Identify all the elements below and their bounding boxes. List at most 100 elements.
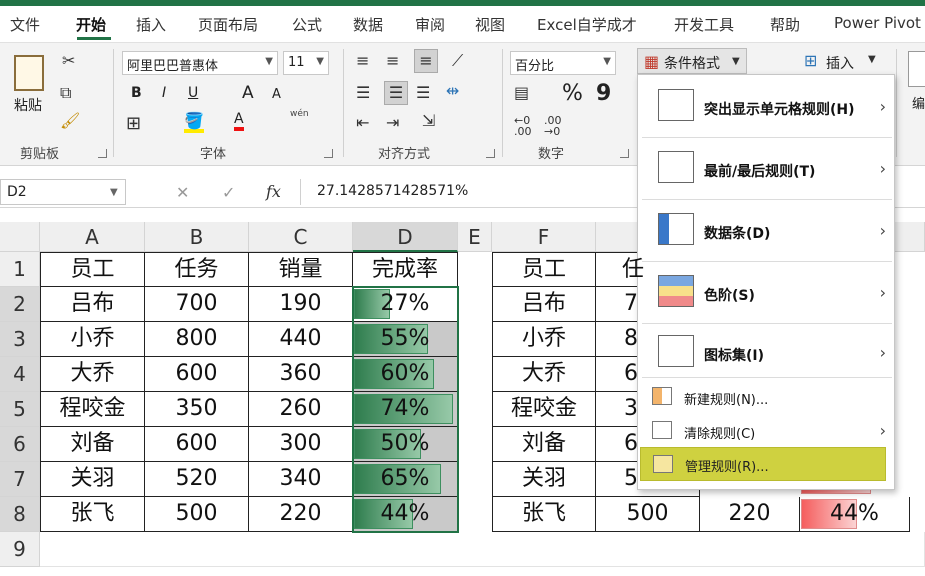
column-header[interactable]: B [145, 222, 249, 252]
decrease-decimal-icon[interactable]: .00 →0 [544, 115, 562, 137]
row-header[interactable]: 6 [0, 427, 40, 462]
row-header[interactable]: 1 [0, 252, 40, 287]
row-header[interactable]: 5 [0, 392, 40, 427]
table-cell[interactable]: 张飞 [492, 497, 596, 532]
table-cell[interactable]: 440 [249, 322, 353, 357]
column-header[interactable]: C [249, 222, 353, 252]
merge-center-icon[interactable]: ⇲ [422, 113, 435, 129]
row-header[interactable]: 9 [0, 532, 40, 567]
chevron-down-icon[interactable]: ▼ [868, 55, 876, 65]
shrink-font-button[interactable]: A [272, 87, 281, 102]
tab-data[interactable]: 数据 [353, 14, 383, 35]
enter-icon[interactable]: ✓ [222, 185, 235, 201]
table-cell[interactable]: 520 [145, 462, 249, 497]
tab-formulas[interactable]: 公式 [292, 14, 322, 35]
edit-icon[interactable] [908, 51, 925, 87]
fill-color-icon[interactable]: 🪣 [184, 113, 204, 133]
paste-button[interactable]: 粘贴 [14, 95, 42, 115]
percent-style-button[interactable]: % [562, 81, 583, 106]
number-format-select[interactable]: 百分比 ▼ [510, 51, 616, 75]
menu-item-new-rule[interactable]: 新建规则(N)... [638, 383, 894, 413]
format-painter-icon[interactable]: 🖌 [60, 113, 80, 129]
column-header[interactable]: E [458, 222, 492, 252]
table-cell[interactable]: 张飞 [40, 497, 145, 532]
row-header[interactable]: 4 [0, 357, 40, 392]
table-cell[interactable]: 吕布 [40, 287, 145, 322]
table-cell[interactable]: 65% [353, 462, 458, 497]
table-cell[interactable]: 190 [249, 287, 353, 322]
name-box[interactable]: D2 [0, 179, 126, 205]
table-cell[interactable]: 程咬金 [40, 392, 145, 427]
table-cell[interactable]: 44% [800, 497, 910, 532]
underline-button[interactable]: U [188, 85, 198, 101]
table-cell[interactable]: 220 [700, 497, 800, 532]
table-cell[interactable]: 关羽 [492, 462, 596, 497]
tab-help[interactable]: 帮助 [770, 14, 800, 35]
cancel-icon[interactable]: ✕ [176, 185, 189, 201]
table-cell[interactable]: 360 [249, 357, 353, 392]
table-cell[interactable]: 关羽 [40, 462, 145, 497]
alignment-launcher-icon[interactable] [486, 149, 495, 158]
table-cell[interactable]: 大乔 [492, 357, 596, 392]
tab-developer[interactable]: 开发工具 [674, 14, 734, 35]
column-header[interactable]: D [353, 222, 458, 252]
table-cell[interactable]: 700 [145, 287, 249, 322]
align-center-icon[interactable]: ☰ [384, 81, 408, 105]
tab-home[interactable]: 开始 [76, 14, 106, 35]
table-cell[interactable]: 27% [353, 287, 458, 322]
table-cell[interactable]: 500 [596, 497, 700, 532]
align-right-icon[interactable]: ☰ [416, 85, 430, 101]
row-header[interactable]: 3 [0, 322, 40, 357]
font-launcher-icon[interactable] [324, 149, 333, 158]
wrap-text-icon[interactable]: ⇹ [446, 83, 459, 99]
table-cell[interactable]: 340 [249, 462, 353, 497]
table-cell[interactable]: 74% [353, 392, 458, 427]
table-cell[interactable]: 600 [145, 357, 249, 392]
tab-power-pivot[interactable]: Power Pivot [834, 14, 921, 32]
menu-item-color-scales[interactable]: 色阶(S) › [638, 269, 894, 319]
increase-decimal-icon[interactable]: ←0.00 [514, 115, 532, 137]
tab-excel-self-study[interactable]: Excel自学成才 [537, 14, 637, 35]
insert-function-icon[interactable]: fx [266, 184, 281, 200]
row-header[interactable]: 7 [0, 462, 40, 497]
header-cell[interactable]: 销量 [249, 252, 353, 287]
italic-button[interactable]: I [162, 85, 166, 101]
edit-button[interactable]: 编 [912, 93, 925, 112]
table-cell[interactable]: 500 [145, 497, 249, 532]
align-top-icon[interactable]: ≡ [356, 53, 369, 69]
tab-review[interactable]: 审阅 [415, 14, 445, 35]
tab-page-layout[interactable]: 页面布局 [198, 14, 258, 35]
menu-item-manage-rules[interactable]: 管理规则(R)... [640, 447, 886, 481]
bold-button[interactable]: B [131, 85, 142, 101]
font-color-button[interactable]: A [234, 111, 244, 131]
column-header[interactable]: A [40, 222, 145, 252]
menu-item-clear-rules[interactable]: 清除规则(C) › [638, 417, 894, 447]
select-all-corner[interactable] [0, 222, 40, 252]
table-cell[interactable]: 220 [249, 497, 353, 532]
phonetic-button[interactable]: wén [290, 109, 309, 119]
table-cell[interactable]: 小乔 [492, 322, 596, 357]
table-cell[interactable]: 刘备 [40, 427, 145, 462]
table-cell[interactable]: 小乔 [40, 322, 145, 357]
grow-font-button[interactable]: A [242, 83, 254, 103]
tab-view[interactable]: 视图 [475, 14, 505, 35]
table-cell[interactable]: 50% [353, 427, 458, 462]
table-cell[interactable]: 600 [145, 427, 249, 462]
decrease-indent-icon[interactable]: ⇤ [356, 115, 369, 131]
table-cell[interactable]: 260 [249, 392, 353, 427]
menu-item-highlight-rules[interactable]: 突出显示单元格规则(H) › [638, 83, 894, 133]
font-size-select[interactable]: 11 ▼ [283, 51, 329, 75]
header-cell[interactable]: 完成率 [353, 252, 458, 287]
table-cell[interactable]: 刘备 [492, 427, 596, 462]
table-cell[interactable]: 60% [353, 357, 458, 392]
accounting-format-icon[interactable]: ▤ [514, 85, 529, 101]
header-cell[interactable]: 任务 [145, 252, 249, 287]
align-middle-icon[interactable]: ≡ [386, 53, 399, 69]
tab-insert[interactable]: 插入 [136, 14, 166, 35]
row-header[interactable]: 2 [0, 287, 40, 322]
header-cell[interactable]: 员工 [40, 252, 145, 287]
border-icon[interactable]: ⊞ [126, 115, 141, 133]
column-header[interactable]: F [492, 222, 596, 252]
table-cell[interactable]: 大乔 [40, 357, 145, 392]
table-cell[interactable]: 800 [145, 322, 249, 357]
